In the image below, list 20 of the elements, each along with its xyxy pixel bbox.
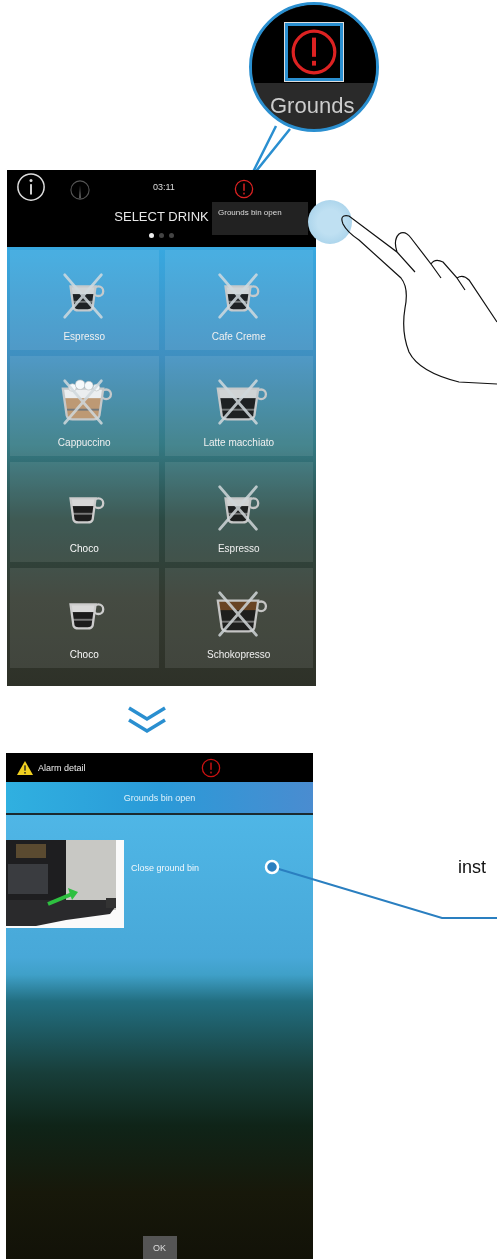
- ok-button[interactable]: OK: [142, 1236, 177, 1259]
- magnified-label: Grounds: [270, 93, 355, 118]
- alarm-tooltip[interactable]: Grounds bin open: [212, 202, 308, 235]
- chevron-down-icon: [126, 704, 168, 735]
- screen-title: SELECT DRINK: [114, 209, 209, 224]
- drink-tile[interactable]: Choco: [10, 462, 159, 562]
- warning-icon: [16, 759, 34, 776]
- instruction-text: Close ground bin: [131, 863, 200, 873]
- clock-time: 03:11: [153, 182, 175, 192]
- callout-label: inst: [458, 857, 486, 878]
- alert-icon[interactable]: [200, 757, 221, 778]
- alert-icon[interactable]: [233, 179, 254, 199]
- page-dot[interactable]: [159, 233, 164, 238]
- page-dot[interactable]: [149, 233, 154, 238]
- drink-tile[interactable]: Choco: [10, 568, 159, 668]
- alarm-message: Grounds bin open: [123, 792, 196, 803]
- gauge-icon[interactable]: [70, 180, 90, 200]
- screen-title: Alarm detail: [38, 762, 86, 773]
- page-dot[interactable]: [169, 233, 174, 238]
- info-icon[interactable]: [16, 172, 46, 202]
